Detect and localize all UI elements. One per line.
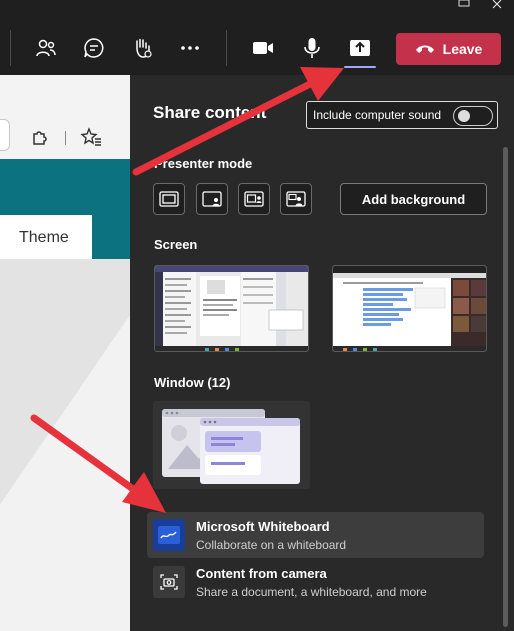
extensions-icon[interactable] (30, 127, 50, 147)
add-background-button[interactable]: Add background (340, 183, 487, 215)
background-app: Theme (0, 75, 130, 631)
favorites-icon[interactable] (80, 127, 102, 147)
raise-hand-button[interactable] (128, 34, 156, 62)
mic-button[interactable] (298, 34, 326, 62)
raise-hand-icon (136, 38, 152, 58)
toolbar-divider (65, 131, 66, 145)
standout-icon (202, 191, 222, 207)
reporter-icon (286, 191, 306, 207)
whiteboard-subtitle: Collaborate on a whiteboard (196, 538, 347, 552)
meeting-toolbar: Leave (0, 0, 514, 75)
leave-label: Leave (442, 41, 483, 57)
mic-icon (304, 38, 320, 58)
camera-content-title: Content from camera (196, 566, 327, 581)
screen-1-thumbnail[interactable] (154, 265, 309, 352)
share-active-indicator (344, 66, 376, 68)
leave-button[interactable]: Leave (396, 33, 501, 65)
content-from-camera-item[interactable]: Content from camera Share a document, a … (147, 559, 484, 605)
app-header-band (0, 159, 130, 215)
browser-toolbar (0, 75, 130, 159)
camera-content-subtitle: Share a document, a whiteboard, and more (196, 585, 427, 599)
presenter-mode-label: Presenter mode (154, 156, 253, 171)
chat-icon (84, 38, 104, 58)
whiteboard-title: Microsoft Whiteboard (196, 519, 330, 534)
window-illustration (162, 409, 300, 484)
restore-window-icon[interactable] (453, 0, 477, 12)
microsoft-whiteboard-item[interactable]: Microsoft Whiteboard Collaborate on a wh… (147, 512, 484, 558)
screen-label: Screen (154, 237, 198, 252)
share-content-button[interactable] (346, 34, 374, 62)
phone-icon (415, 45, 434, 53)
reporter-mode-button[interactable] (280, 183, 312, 215)
camera-capture-icon (153, 566, 185, 598)
participants-button[interactable] (32, 34, 60, 62)
content-only-icon (159, 191, 179, 207)
screen-2-thumbnail[interactable] (332, 265, 487, 352)
share-icon (350, 40, 370, 56)
share-content-panel: Share content Include computer sound Pre… (130, 75, 514, 631)
screen-2-preview (333, 266, 486, 351)
toggle-knob (458, 110, 470, 122)
content-only-mode-button[interactable] (153, 183, 185, 215)
address-bar[interactable] (0, 119, 10, 151)
toolbar-separator (10, 30, 11, 66)
whiteboard-app-icon (153, 519, 185, 551)
chat-button[interactable] (80, 34, 108, 62)
side-by-side-icon (244, 191, 264, 207)
theme-tab[interactable]: Theme (19, 229, 69, 247)
include-sound-toggle[interactable] (453, 106, 493, 126)
camera-icon (253, 42, 273, 54)
include-computer-sound[interactable]: Include computer sound (306, 101, 498, 129)
toolbar-separator (226, 30, 227, 66)
panel-scrollbar[interactable] (503, 147, 508, 627)
more-icon (181, 46, 199, 50)
people-icon (36, 39, 56, 57)
include-sound-label: Include computer sound (313, 108, 442, 122)
window-label: Window (12) (154, 375, 231, 390)
panel-title: Share content (153, 103, 267, 122)
screen-1-preview (155, 266, 308, 351)
app-tab-active[interactable] (92, 215, 130, 259)
side-by-side-mode-button[interactable] (238, 183, 270, 215)
standout-mode-button[interactable] (196, 183, 228, 215)
window-thumbnail[interactable] (153, 401, 310, 489)
more-options-button[interactable] (176, 34, 204, 62)
camera-button[interactable] (249, 34, 277, 62)
close-window-icon[interactable] (487, 0, 511, 12)
